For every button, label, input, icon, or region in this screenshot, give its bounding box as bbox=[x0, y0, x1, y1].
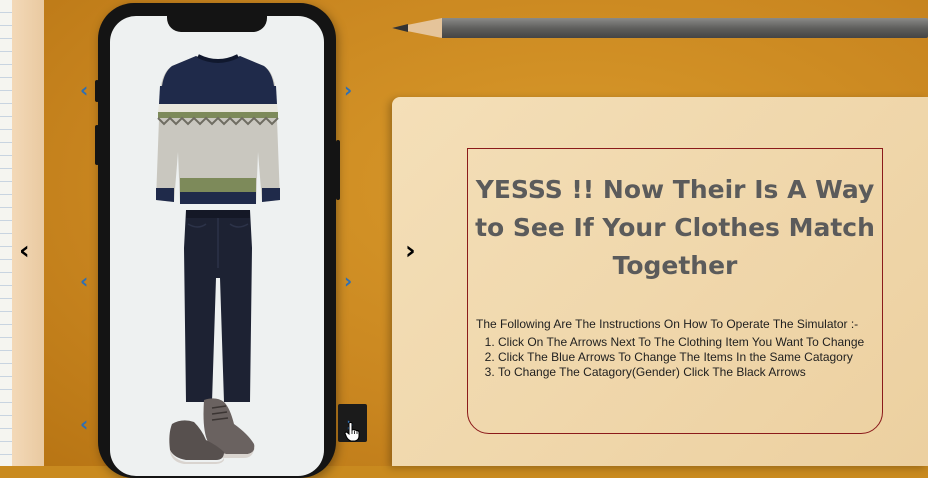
phone-power-button bbox=[336, 140, 340, 200]
instruction-step: Click The Blue Arrows To Change The Item… bbox=[498, 350, 864, 365]
pants-next-arrow[interactable]: › bbox=[344, 271, 352, 291]
pants-prev-arrow[interactable]: ‹ bbox=[80, 271, 88, 291]
sweater-image bbox=[156, 54, 280, 204]
wooden-board-edge bbox=[12, 0, 44, 466]
phone-side-button bbox=[95, 80, 99, 102]
phone-volume-button bbox=[95, 125, 99, 165]
sweater-next-arrow[interactable]: › bbox=[344, 80, 352, 100]
instruction-step: Click On The Arrows Next To The Clothing… bbox=[498, 335, 864, 350]
jeans-image bbox=[184, 210, 252, 402]
lined-paper-edge bbox=[0, 0, 12, 466]
hand-cursor-icon bbox=[344, 422, 360, 442]
sweater-prev-arrow[interactable]: ‹ bbox=[80, 80, 88, 100]
page-title: YESSS !! Now Their Is A Way to See If Yo… bbox=[475, 175, 875, 280]
instructions-list: Click On The Arrows Next To The Clothing… bbox=[484, 335, 864, 380]
shoes-prev-arrow[interactable]: ‹ bbox=[80, 414, 88, 434]
pencil-decoration bbox=[440, 18, 928, 38]
gender-prev-arrow[interactable]: ‹ bbox=[19, 238, 30, 264]
instruction-step: To Change The Catagory(Gender) Click The… bbox=[498, 365, 864, 380]
pencil-lead bbox=[392, 24, 408, 32]
phone-screen bbox=[110, 16, 324, 476]
phone-notch bbox=[167, 12, 267, 32]
shoes-image bbox=[169, 398, 255, 464]
instructions-panel: YESSS !! Now Their Is A Way to See If Yo… bbox=[467, 148, 883, 434]
instructions-intro: The Following Are The Instructions On Ho… bbox=[476, 317, 859, 331]
gender-next-arrow[interactable]: › bbox=[405, 238, 416, 264]
